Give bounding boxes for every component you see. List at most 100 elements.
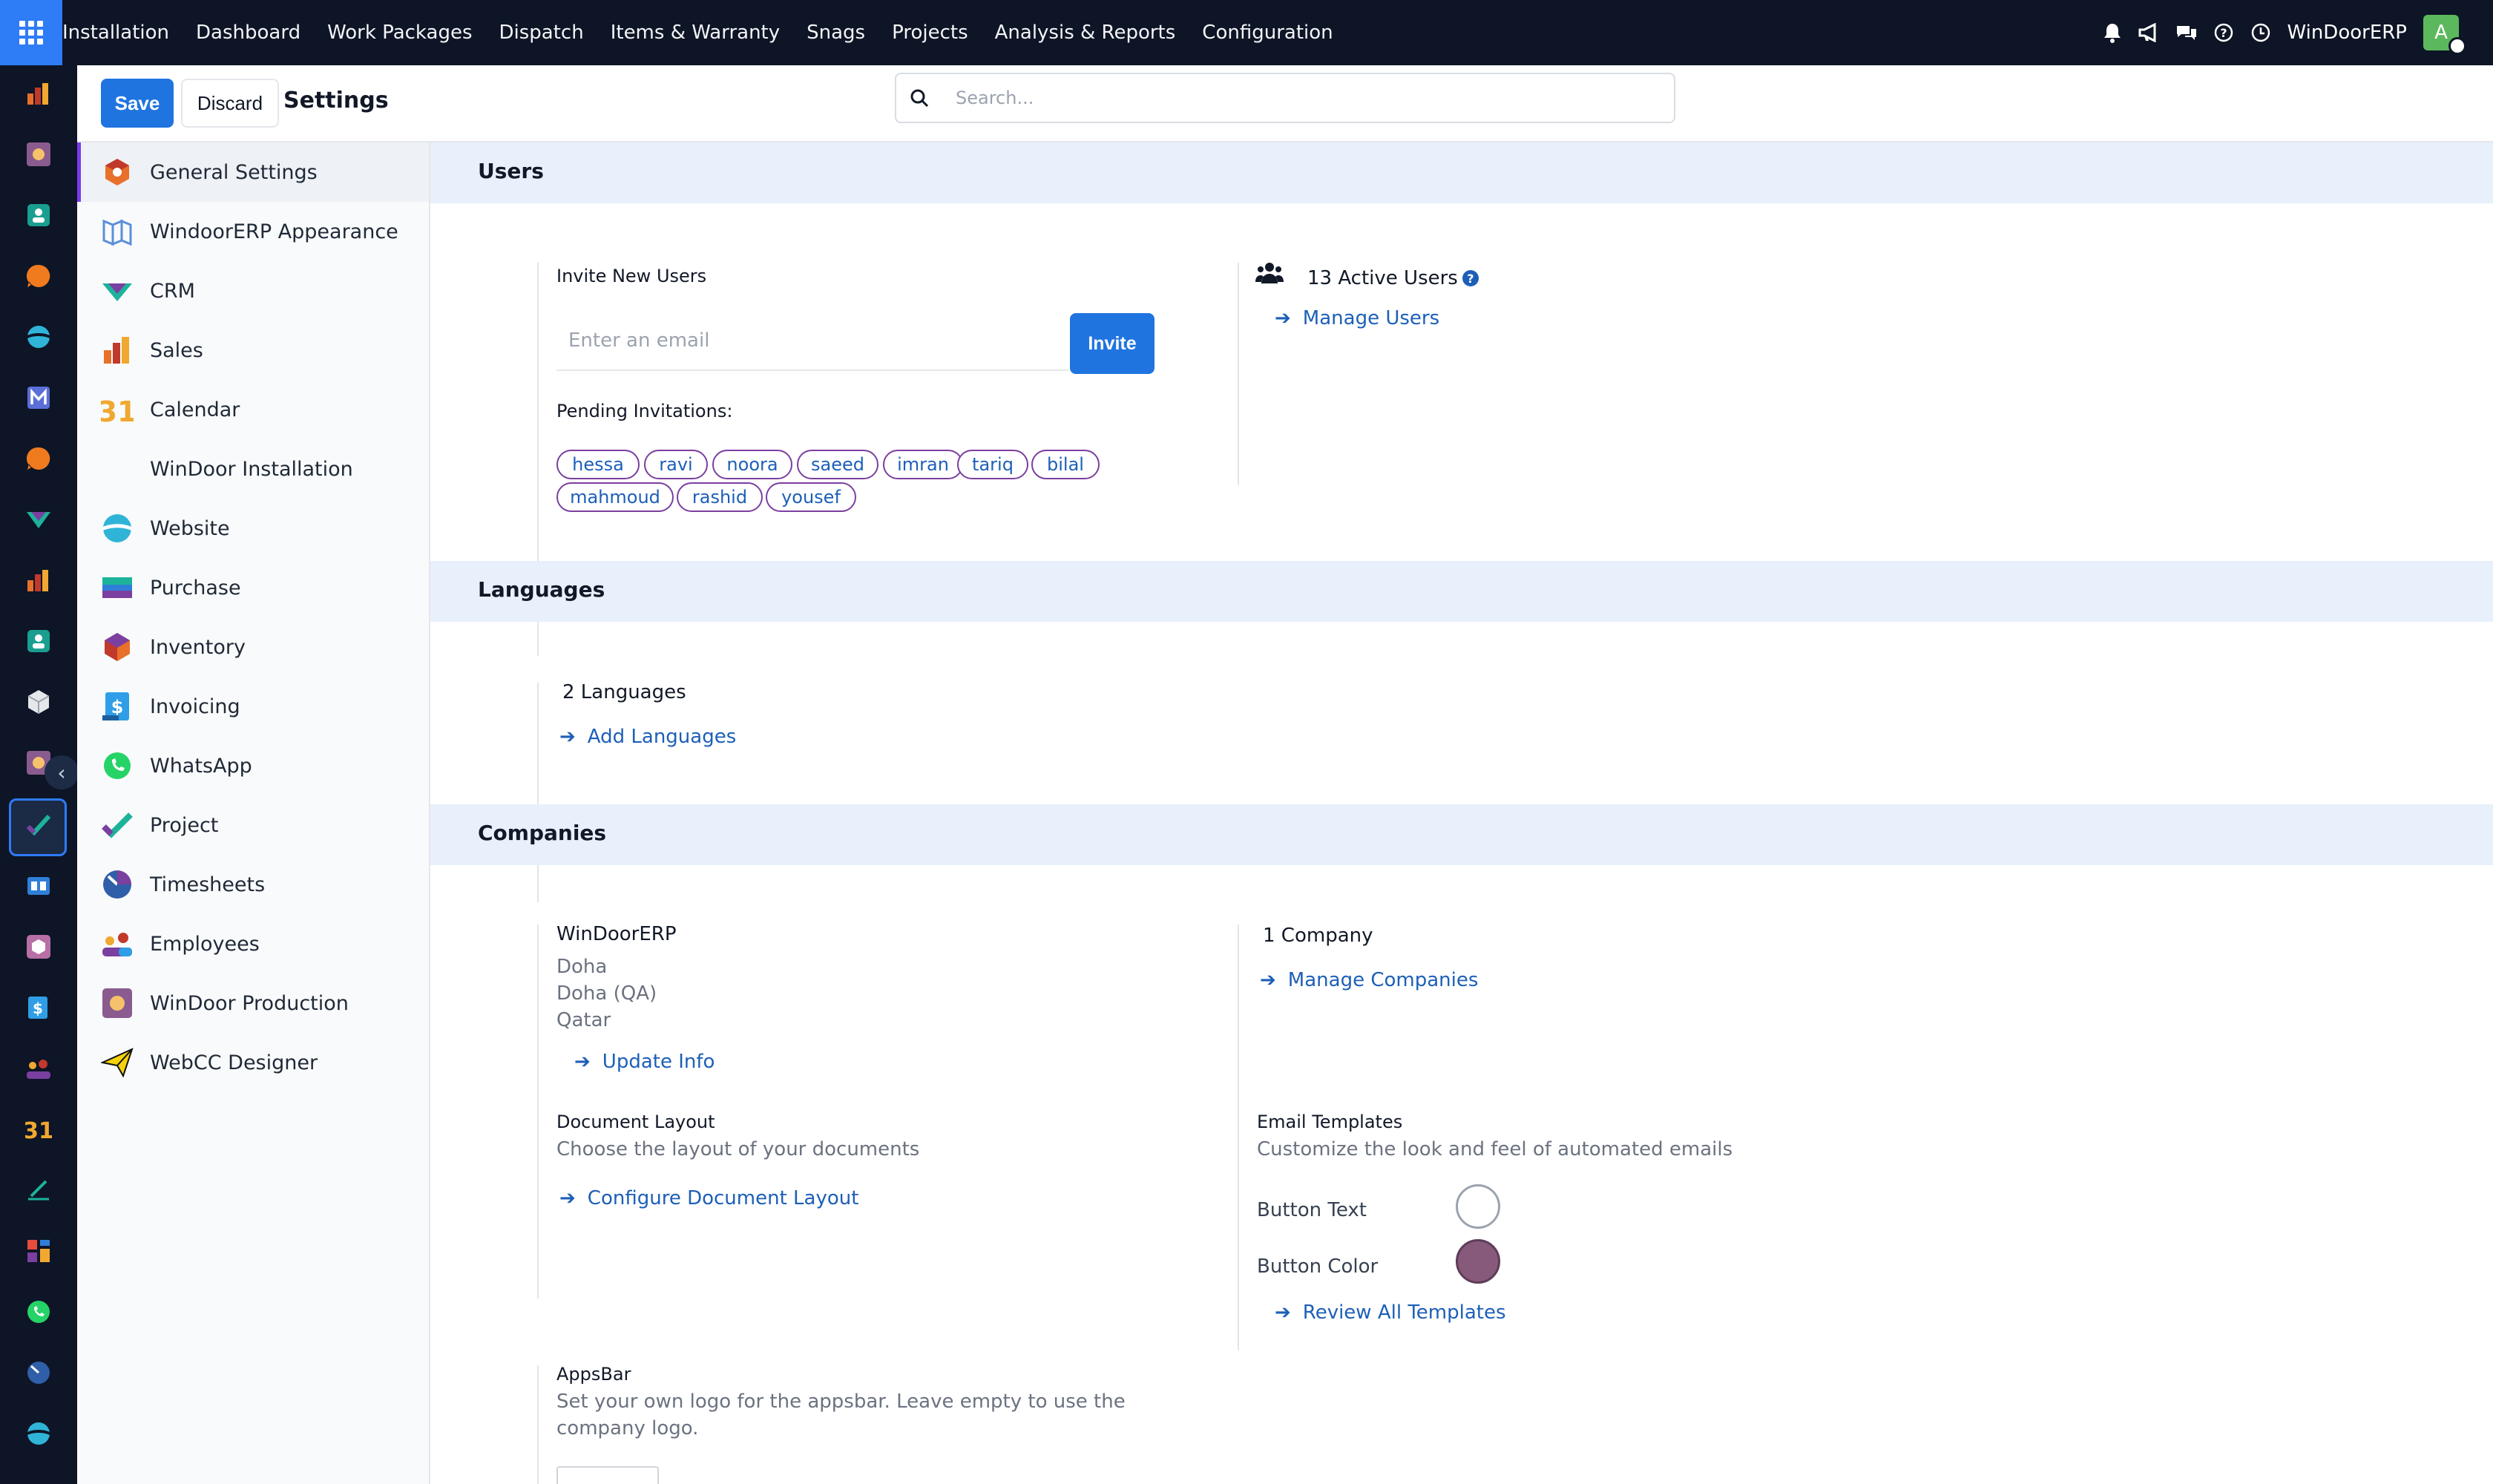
nav-item-webcc-designer[interactable]: WebCC Designer (77, 1033, 429, 1092)
knowledge-app-icon[interactable] (25, 873, 52, 899)
chat-icon[interactable] (2175, 22, 2198, 44)
website-app-icon[interactable] (25, 324, 52, 350)
help-icon[interactable]: ? (1462, 270, 1479, 286)
pending-invite-chip[interactable]: saeed (797, 450, 878, 479)
settings-sidebar: General Settings WindoorERP Appearance C… (77, 142, 430, 1484)
manage-users-link[interactable]: ➔ Manage Users (1275, 307, 1439, 329)
inventory-app-icon[interactable] (25, 689, 52, 715)
pending-invite-chip[interactable]: imran (883, 450, 963, 479)
pending-invite-chip[interactable]: yousef (766, 482, 856, 512)
employees-app-icon[interactable] (25, 202, 52, 229)
nav-item-windoor-production[interactable]: WinDoor Production (77, 974, 429, 1033)
update-info-link[interactable]: ➔ Update Info (574, 1051, 715, 1073)
company-city: Doha (556, 956, 608, 978)
menu-item-snags[interactable]: Snags (807, 22, 865, 44)
calendar-icon: 31 (101, 395, 134, 426)
pending-invite-chip[interactable]: tariq (957, 450, 1028, 479)
menu-item-configuration[interactable]: Configuration (1202, 22, 1333, 44)
menu-item-dispatch[interactable]: Dispatch (499, 22, 584, 44)
company-country: Qatar (556, 1009, 611, 1031)
nav-label: Calendar (150, 398, 240, 421)
company-switcher[interactable]: WinDoorERP (2287, 22, 2407, 44)
help-icon[interactable]: ? (2213, 22, 2235, 44)
clock-icon[interactable] (2250, 22, 2272, 44)
nav-item-appearance[interactable]: WindoorERP Appearance (77, 202, 429, 261)
menu-item-installation[interactable]: Installation (62, 22, 169, 44)
discard-button[interactable]: Discard (181, 79, 279, 128)
save-button[interactable]: Save (101, 79, 174, 128)
crm-app-icon[interactable] (25, 506, 52, 533)
timesheets-app-icon[interactable] (25, 1359, 52, 1386)
menu-item-dashboard[interactable]: Dashboard (196, 22, 300, 44)
whatsapp-app-icon[interactable] (25, 1298, 52, 1325)
appearance-icon (102, 219, 132, 246)
invite-button[interactable]: Invite (1070, 313, 1154, 374)
systray: ? WinDoorERP A (2101, 0, 2493, 65)
svg-text:$: $ (33, 999, 43, 1017)
manage-companies-link[interactable]: ➔ Manage Companies (1260, 969, 1478, 991)
nav-item-invoicing[interactable]: $ Invoicing (77, 677, 429, 736)
pending-invite-chip[interactable]: ravi (644, 450, 708, 479)
pending-invite-chip[interactable]: mahmoud (556, 482, 674, 512)
top-navbar: Installation Dashboard Work Packages Dis… (0, 0, 2493, 65)
project-app-icon[interactable] (25, 812, 52, 838)
configure-document-layout-link[interactable]: ➔ Configure Document Layout (559, 1187, 858, 1209)
link-label: Review All Templates (1302, 1301, 1506, 1324)
apps-menu-icon[interactable] (0, 0, 62, 65)
nav-item-website[interactable]: Website (77, 499, 429, 558)
review-all-templates-link[interactable]: ➔ Review All Templates (1275, 1301, 1506, 1324)
search-input[interactable] (956, 88, 1623, 108)
nav-item-sales[interactable]: Sales (77, 321, 429, 380)
employees-app-icon-2[interactable] (25, 1055, 52, 1082)
section-title: Users (478, 159, 544, 183)
menu-item-projects[interactable]: Projects (892, 22, 968, 44)
discuss-app-icon-2[interactable] (25, 445, 52, 472)
menu-item-analysis-reports[interactable]: Analysis & Reports (995, 22, 1176, 44)
nav-item-purchase[interactable]: Purchase (77, 558, 429, 617)
button-color-picker[interactable] (1456, 1239, 1500, 1284)
production-app-icon[interactable] (25, 141, 52, 168)
invoicing-app-icon[interactable]: $ (25, 994, 52, 1021)
pending-invite-chip[interactable]: bilal (1031, 450, 1100, 479)
button-text-color-picker[interactable] (1456, 1184, 1500, 1229)
contacts-app-icon[interactable] (25, 628, 52, 654)
company-state: Doha (QA) (556, 982, 657, 1005)
megaphone-icon[interactable] (2138, 22, 2161, 44)
calendar-app-icon[interactable]: 31 (25, 1116, 52, 1143)
nav-item-windoor-installation[interactable]: WinDoor Installation (77, 439, 429, 499)
pending-invite-chip[interactable]: noora (712, 450, 792, 479)
menu-item-work-packages[interactable]: Work Packages (327, 22, 472, 44)
nav-item-inventory[interactable]: Inventory (77, 617, 429, 677)
nav-item-project[interactable]: Project (77, 795, 429, 855)
add-languages-link[interactable]: ➔ Add Languages (559, 726, 736, 748)
sign-app-icon[interactable] (25, 1177, 52, 1204)
document-layout-description: Choose the layout of your documents (556, 1138, 920, 1160)
logo-upload-box[interactable] (556, 1466, 659, 1484)
project-icon (102, 812, 133, 838)
bell-icon[interactable] (2101, 22, 2124, 44)
pending-invite-chip[interactable]: rashid (677, 482, 763, 512)
nav-item-general-settings[interactable]: General Settings (77, 142, 429, 202)
pending-invite-chip[interactable]: hessa (556, 450, 640, 479)
crm-icon (102, 283, 132, 301)
invite-email-input[interactable] (556, 312, 1068, 371)
nav-item-whatsapp[interactable]: WhatsApp (77, 736, 429, 795)
sales-app-icon[interactable] (25, 80, 52, 107)
sales-app-icon-2[interactable] (25, 567, 52, 594)
arrow-right-icon: ➔ (1275, 1301, 1291, 1324)
inventory-app-icon-2[interactable] (25, 933, 52, 960)
nav-label: WinDoor Installation (150, 457, 353, 481)
user-avatar[interactable]: A (2423, 15, 2466, 55)
website-app-icon-2[interactable] (25, 1420, 52, 1447)
nav-item-employees[interactable]: Employees (77, 914, 429, 974)
menu-item-items-warranty[interactable]: Items & Warranty (611, 22, 780, 44)
nav-item-calendar[interactable]: 31 Calendar (77, 380, 429, 439)
collapse-sidebar-button[interactable]: ‹ (45, 755, 79, 789)
arrow-right-icon: ➔ (1275, 307, 1291, 329)
company-name: WinDoorERP (556, 923, 677, 945)
nav-item-timesheets[interactable]: Timesheets (77, 855, 429, 914)
email-marketing-app-icon[interactable] (25, 384, 52, 411)
nav-item-crm[interactable]: CRM (77, 261, 429, 321)
discuss-app-icon[interactable] (25, 263, 52, 289)
dashboards-app-icon[interactable] (25, 1238, 52, 1264)
